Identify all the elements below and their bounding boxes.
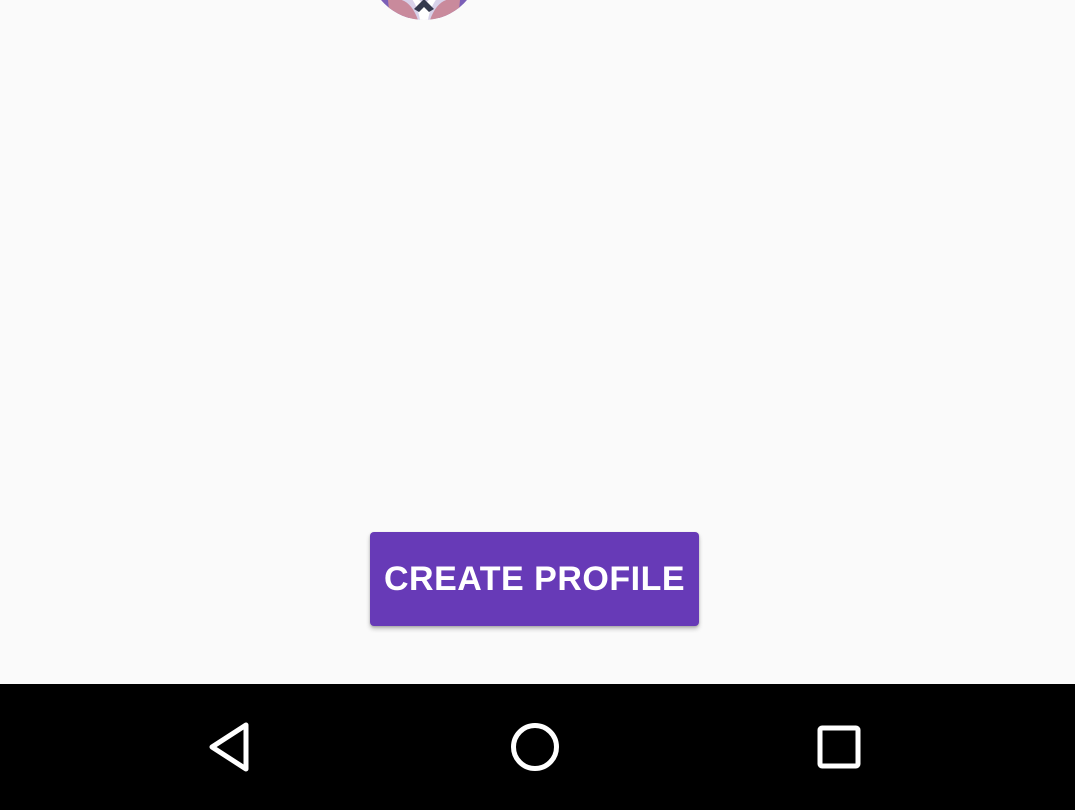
app-screen: CREATE PROFILE (0, 0, 1075, 810)
recents-button[interactable] (779, 684, 899, 810)
system-navigation-bar (0, 684, 1075, 810)
back-button[interactable] (172, 684, 292, 810)
create-profile-button[interactable]: CREATE PROFILE (370, 532, 699, 626)
home-circle-icon (511, 723, 559, 771)
avatar-illustration-icon (368, 0, 480, 20)
recents-square-icon (817, 725, 861, 769)
main-content: CREATE PROFILE (0, 0, 1075, 684)
profile-avatar[interactable] (368, 0, 480, 20)
back-triangle-icon (209, 722, 249, 772)
home-button[interactable] (475, 684, 595, 810)
